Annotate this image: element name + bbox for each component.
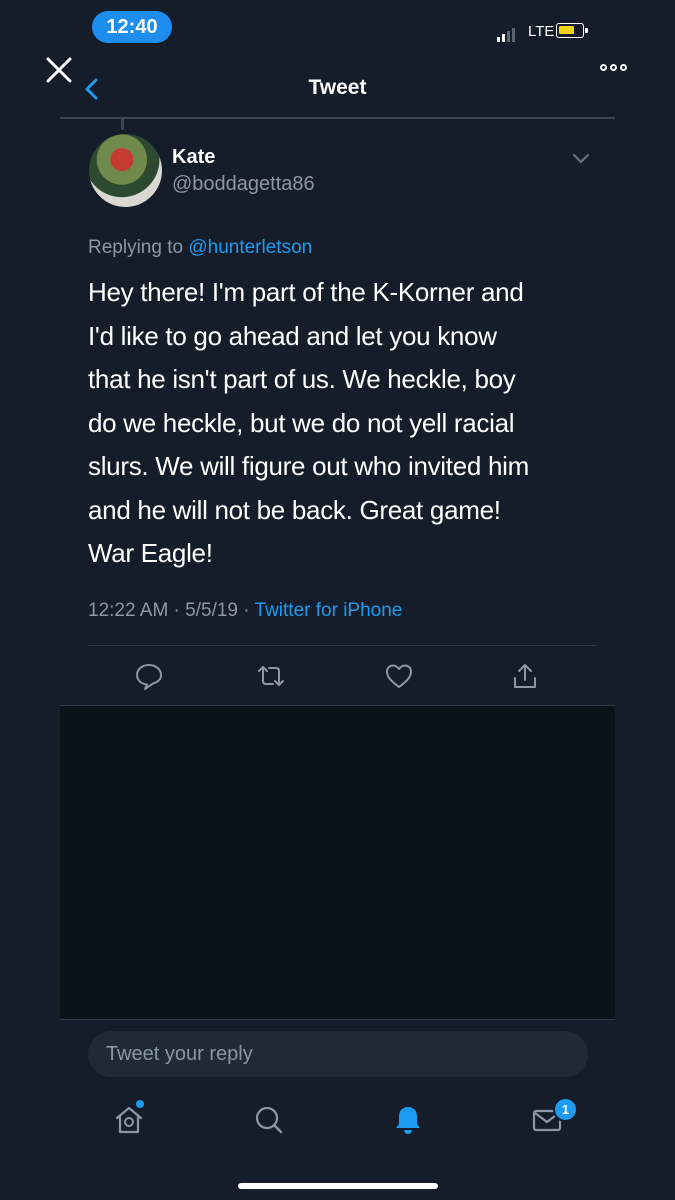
page-title: Tweet (308, 76, 367, 99)
tweet-text: Hey there! I'm part of the K-Korner and … (88, 277, 529, 568)
notifications-bell-icon[interactable] (391, 1103, 425, 1137)
empty-replies-area (60, 706, 615, 1019)
reply-composer[interactable] (88, 1031, 588, 1077)
header-divider (60, 117, 615, 119)
battery-icon (556, 23, 588, 38)
home-new-dot (136, 1100, 144, 1108)
signal-icon (497, 28, 515, 42)
author-handle[interactable]: @boddagetta86 (172, 173, 315, 196)
author-name[interactable]: Kate (172, 146, 215, 169)
tweet-meta: 12:22 AM · 5/5/19 · Twitter for iPhone (88, 600, 402, 622)
more-options-icon[interactable] (600, 64, 627, 71)
divider (88, 645, 596, 646)
retweet-icon[interactable] (256, 661, 286, 691)
replying-to-link[interactable]: @hunterletson (188, 237, 312, 258)
network-label: LTE (528, 23, 555, 40)
replying-prefix: Replying to (88, 237, 184, 258)
search-icon[interactable] (252, 1103, 286, 1137)
tweet-timestamp: 12:22 AM · 5/5/19 · (88, 600, 255, 621)
tweet-actions (60, 655, 615, 703)
status-time: 12:40 (92, 11, 172, 43)
home-icon[interactable] (112, 1103, 146, 1137)
reply-input[interactable] (104, 1041, 572, 1067)
divider (60, 1019, 615, 1020)
reply-icon[interactable] (134, 661, 164, 691)
share-icon[interactable] (510, 661, 540, 691)
thread-connector (121, 118, 124, 130)
like-heart-icon[interactable] (384, 661, 414, 691)
chevron-down-icon[interactable] (572, 153, 590, 165)
replying-to: Replying to @hunterletson (88, 237, 312, 259)
messages-badge: 1 (553, 1097, 578, 1122)
home-indicator[interactable] (238, 1183, 438, 1189)
tweet-source-link[interactable]: Twitter for iPhone (255, 600, 403, 621)
avatar[interactable] (89, 134, 162, 207)
